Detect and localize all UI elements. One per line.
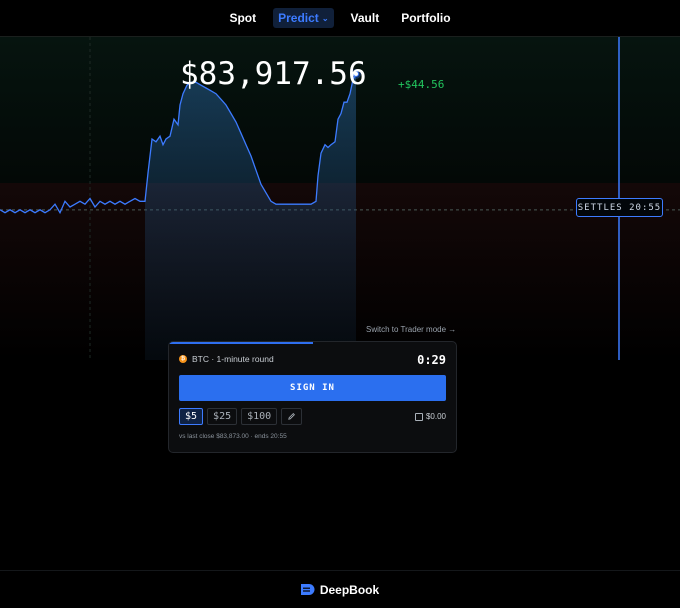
balance-value: $0.00	[425, 412, 446, 421]
nav-predict-label: Predict	[278, 11, 319, 25]
deepbook-logo-icon	[300, 584, 315, 595]
round-info: ₿ BTC · 1-minute round	[179, 354, 274, 364]
nav-vault[interactable]: Vault	[346, 8, 385, 28]
amount-100-button[interactable]: $100	[241, 408, 278, 425]
wallet-icon	[414, 412, 423, 421]
chevron-down-icon: ⌄	[321, 13, 329, 23]
deepbook-logo[interactable]: DeepBook	[300, 582, 380, 597]
settles-badge: SETTLES 20:55	[576, 198, 663, 217]
footer: DeepBook	[0, 570, 680, 608]
pencil-icon	[288, 413, 296, 420]
brand-name: DeepBook	[319, 582, 380, 597]
nav-spot[interactable]: Spot	[224, 8, 261, 28]
current-price: $83,917.56	[180, 56, 367, 92]
nav-predict[interactable]: Predict ⌄	[273, 8, 334, 28]
edit-amount-button[interactable]	[281, 408, 303, 425]
sign-in-button[interactable]: SIGN IN	[179, 375, 446, 401]
switch-trader-mode-link[interactable]: Switch to Trader mode →	[366, 325, 456, 334]
amount-5-button[interactable]: $5	[179, 408, 204, 425]
amount-selector: $5 $25 $100	[179, 408, 303, 425]
round-timer: 0:29	[417, 353, 446, 367]
round-card: ₿ BTC · 1-minute round 0:29 SIGN IN $5 $…	[168, 341, 457, 453]
top-nav: Spot Predict ⌄ Vault Portfolio	[0, 0, 680, 37]
nav-portfolio[interactable]: Portfolio	[396, 8, 455, 28]
bitcoin-icon: ₿	[179, 355, 187, 363]
wallet-balance: $0.00	[414, 412, 446, 421]
round-progress-bar	[169, 342, 313, 344]
round-note: vs last close $83,873.00 · ends 20:55	[179, 433, 287, 440]
price-change: +$44.56	[398, 78, 445, 91]
round-label: BTC · 1-minute round	[192, 354, 274, 364]
amount-25-button[interactable]: $25	[207, 408, 238, 425]
